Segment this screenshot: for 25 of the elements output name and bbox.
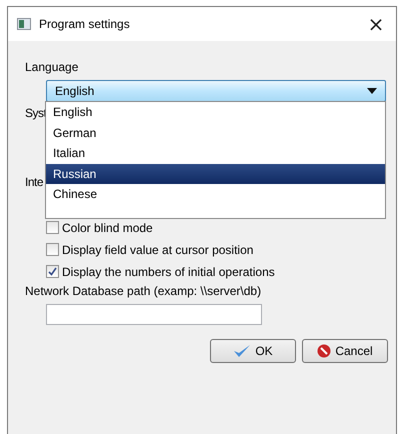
language-dropdown[interactable]: English	[46, 80, 386, 102]
checkbox[interactable]	[46, 221, 59, 234]
checkbox-label: Display the numbers of initial operations	[62, 264, 275, 278]
language-label: Language	[25, 60, 80, 75]
checkmark-icon	[233, 344, 252, 358]
checkbox-label: Color blind mode	[62, 220, 153, 234]
ok-button[interactable]: OK	[210, 339, 296, 363]
section-label: Inte	[25, 175, 44, 190]
caret-icon	[367, 88, 377, 94]
checkbox[interactable]	[46, 265, 59, 278]
dropdown-option[interactable]: Italian	[46, 143, 385, 164]
window-title: Program settings	[39, 17, 131, 31]
cancel-button[interactable]: Cancel	[302, 339, 388, 363]
close-button[interactable]: ×	[356, 7, 396, 41]
app-icon	[17, 18, 31, 30]
dropdown-option[interactable]: Russian	[46, 164, 385, 184]
no-entry-icon	[317, 344, 332, 358]
checkbox-label: Display field value at cursor position	[62, 242, 254, 256]
dropdown-option[interactable]: German	[46, 122, 385, 143]
dropdown-option[interactable]: Chinese	[46, 184, 385, 204]
network-path-field[interactable]	[46, 304, 262, 325]
network-path-label: Network Database path (examp: \\server\db)	[25, 284, 262, 299]
checkbox[interactable]	[46, 243, 59, 256]
dropdown-option[interactable]: English	[46, 102, 385, 122]
dropdown-value: English	[55, 84, 94, 98]
